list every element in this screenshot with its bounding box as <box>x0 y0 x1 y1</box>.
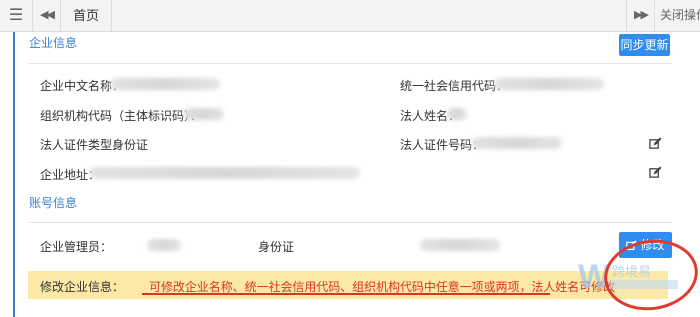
double-right-icon[interactable]: ▶▶ <box>626 0 654 31</box>
hamburger-menu-icon[interactable]: ☰ <box>0 0 33 31</box>
admin-name-redacted <box>147 239 181 251</box>
legal-name-value-redacted <box>447 108 467 120</box>
org-code-label: 组织机构代码（主体标识码）： <box>40 109 203 123</box>
tab-bar: ☰ ◀◀ 首页 ▶▶ 关闭操作 <box>0 0 700 32</box>
tab-home[interactable]: 首页 <box>61 0 113 31</box>
admin-label: 企业管理员： <box>40 240 113 254</box>
sync-update-button[interactable]: 同步更新 <box>619 34 670 56</box>
page-left-border <box>13 32 15 317</box>
cn-name-value-redacted <box>110 78 220 90</box>
notice-label: 修改企业信息： <box>40 280 125 294</box>
divider <box>28 222 672 223</box>
admin-id-number-redacted <box>420 239 500 251</box>
account-section-title: 账号信息 <box>29 196 78 210</box>
edit-icon[interactable] <box>649 137 662 150</box>
close-operations-button[interactable]: 关闭操作 <box>654 0 700 31</box>
credit-code-label: 统一社会信用代码： <box>400 79 509 93</box>
credit-code-value-redacted <box>494 78 604 90</box>
divider <box>28 63 672 64</box>
edit-icon[interactable] <box>649 166 662 179</box>
org-code-value-redacted <box>184 108 224 120</box>
address-value-redacted <box>90 167 360 179</box>
admin-id-type-value: 身份证 <box>258 240 295 254</box>
enterprise-section-title: 企业信息 <box>29 36 78 50</box>
double-left-icon[interactable]: ◀◀ <box>33 0 61 31</box>
id-number-value-redacted <box>472 137 562 149</box>
annotation-underline <box>142 293 550 295</box>
id-type-value: 身份证 <box>112 138 149 152</box>
page-left-edge <box>0 32 14 317</box>
